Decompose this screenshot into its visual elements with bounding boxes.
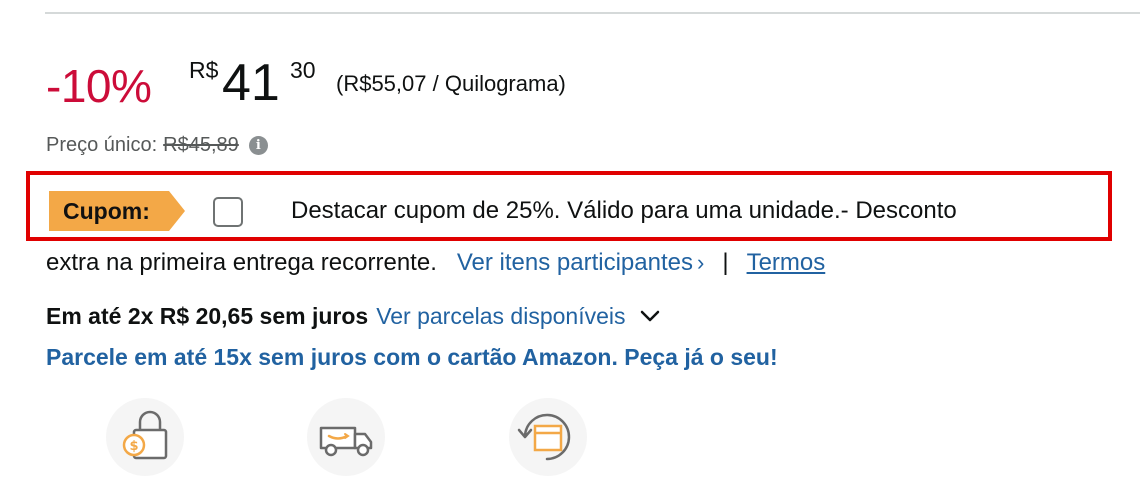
top-divider [45, 12, 1140, 14]
coupon-highlight-box: Cupom: Destacar cupom de 25%. Válido par… [26, 171, 1112, 241]
unit-price: (R$55,07 / Quilograma) [336, 71, 566, 96]
installments-text: Em até 2x R$ 20,65 sem juros [46, 303, 369, 329]
chevron-right-icon[interactable]: › [697, 247, 704, 279]
separator: | [722, 249, 729, 276]
coupon-badge: Cupom: [49, 191, 185, 231]
secure-payment-icon[interactable]: $ [106, 398, 184, 476]
coupon-checkbox[interactable] [213, 197, 243, 227]
amazon-card-promo-link[interactable]: Parcele em até 15x sem juros com o cartã… [46, 342, 778, 372]
svg-text:$: $ [129, 439, 138, 454]
terms-link[interactable]: Termos [747, 247, 826, 279]
price-block: -10% R$ 41 30 (R$55,07 / Quilograma) [46, 55, 1046, 115]
discount-percentage: -10% [46, 60, 152, 112]
installments-link[interactable]: Ver parcelas disponíveis [376, 301, 625, 331]
price-whole: 41 [222, 54, 280, 112]
installments-row: Em até 2x R$ 20,65 sem juros Ver parcela… [46, 301, 662, 331]
participating-items-link[interactable]: Ver itens participantes [457, 247, 693, 279]
price-fraction: 30 [290, 57, 316, 83]
coupon-details-row: extra na primeira entrega recorrente. Ve… [46, 247, 825, 279]
price-currency-symbol: R$ [189, 57, 219, 83]
chevron-down-icon[interactable] [638, 304, 662, 328]
list-price-label: Preço único: [46, 134, 158, 156]
list-price-value: R$45,89 [163, 134, 239, 156]
delivery-truck-icon[interactable] [307, 398, 385, 476]
coupon-description-continued: extra na primeira entrega recorrente. [46, 249, 437, 276]
list-price-row: Preço único: R$45,89 i [46, 133, 268, 157]
return-box-icon[interactable] [509, 398, 587, 476]
coupon-description: Destacar cupom de 25%. Válido para uma u… [291, 197, 957, 224]
info-icon[interactable]: i [248, 135, 268, 155]
